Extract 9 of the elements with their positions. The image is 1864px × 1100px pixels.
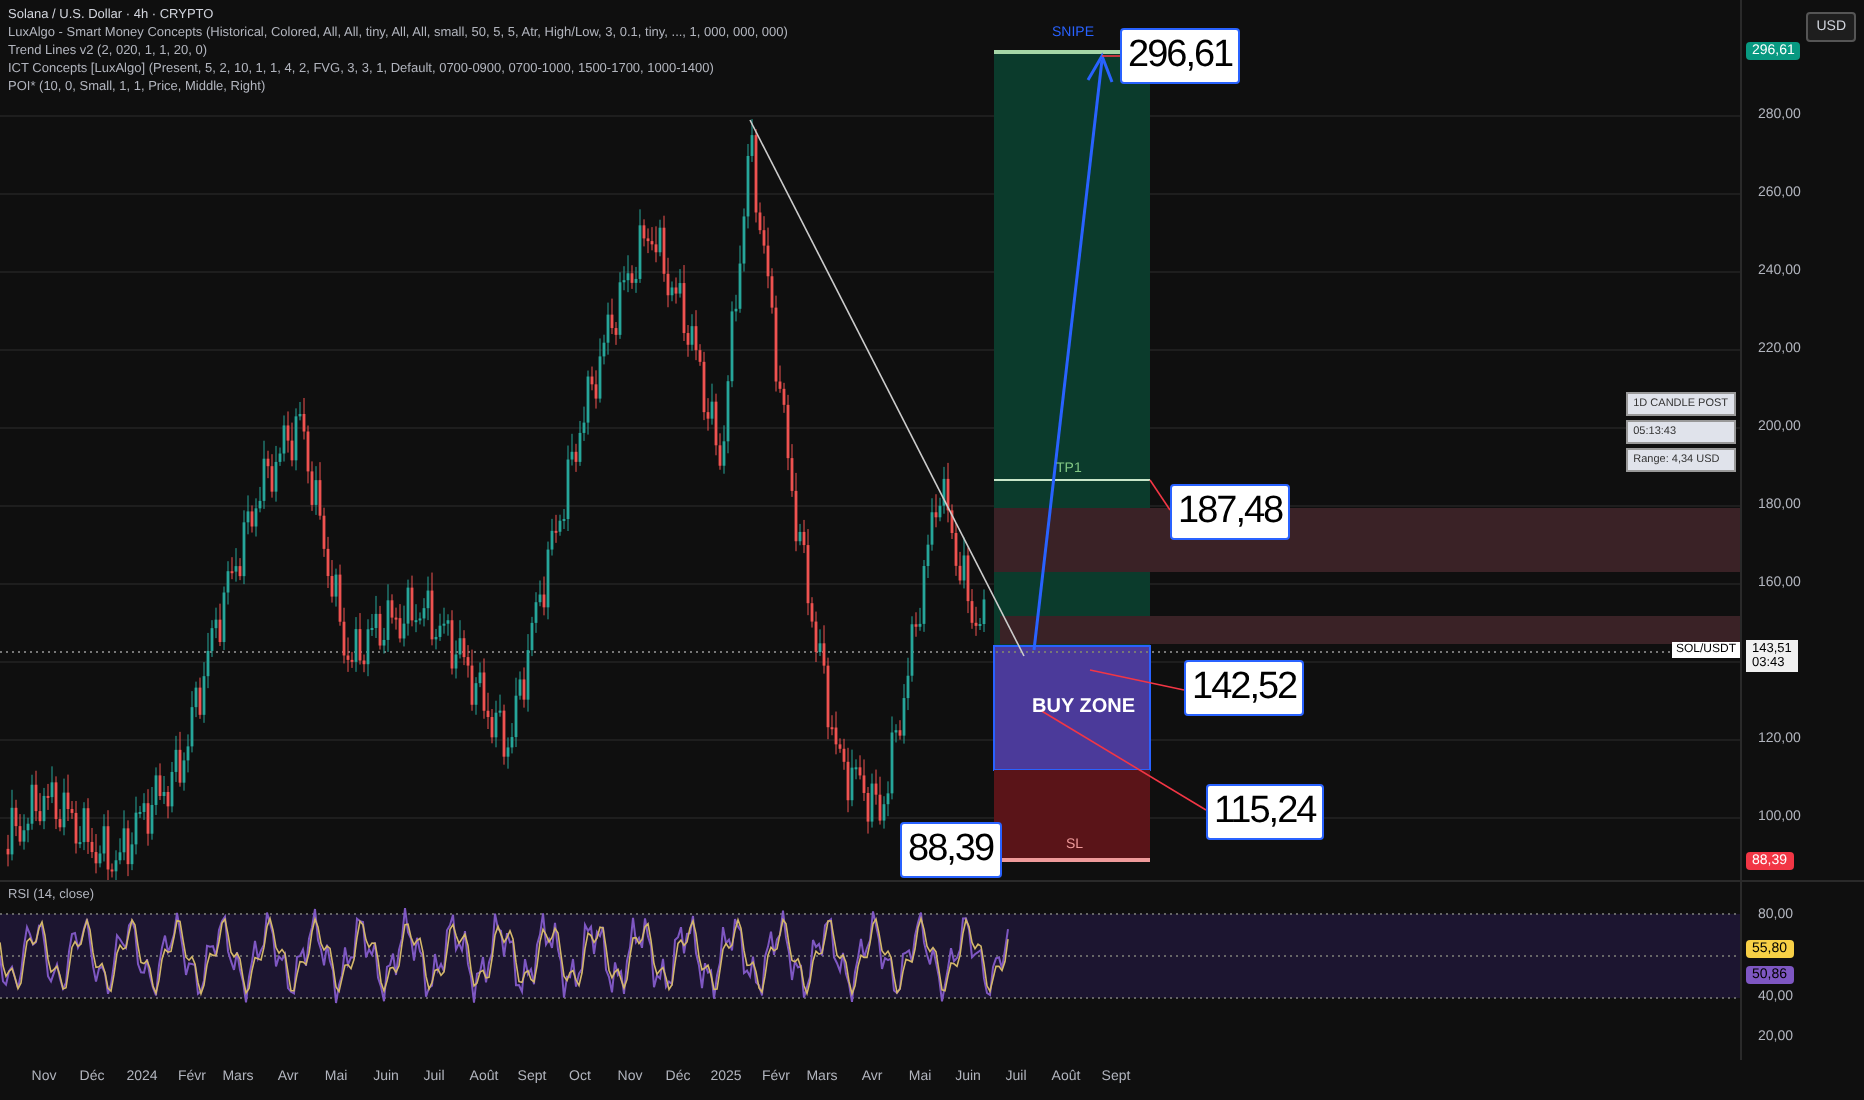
leader-line: [1101, 55, 1121, 57]
price-callout: 296,61: [1120, 28, 1241, 84]
price-callout: 88,39: [900, 822, 1002, 878]
price-callout: 115,24: [1206, 784, 1324, 840]
price-callout: 187,48: [1170, 484, 1291, 540]
leader-line: [1149, 479, 1171, 511]
buy-zone-label: BUY ZONE: [1032, 696, 1135, 718]
leader-line: [1089, 669, 1185, 691]
price-callout: 142,52: [1184, 660, 1305, 716]
